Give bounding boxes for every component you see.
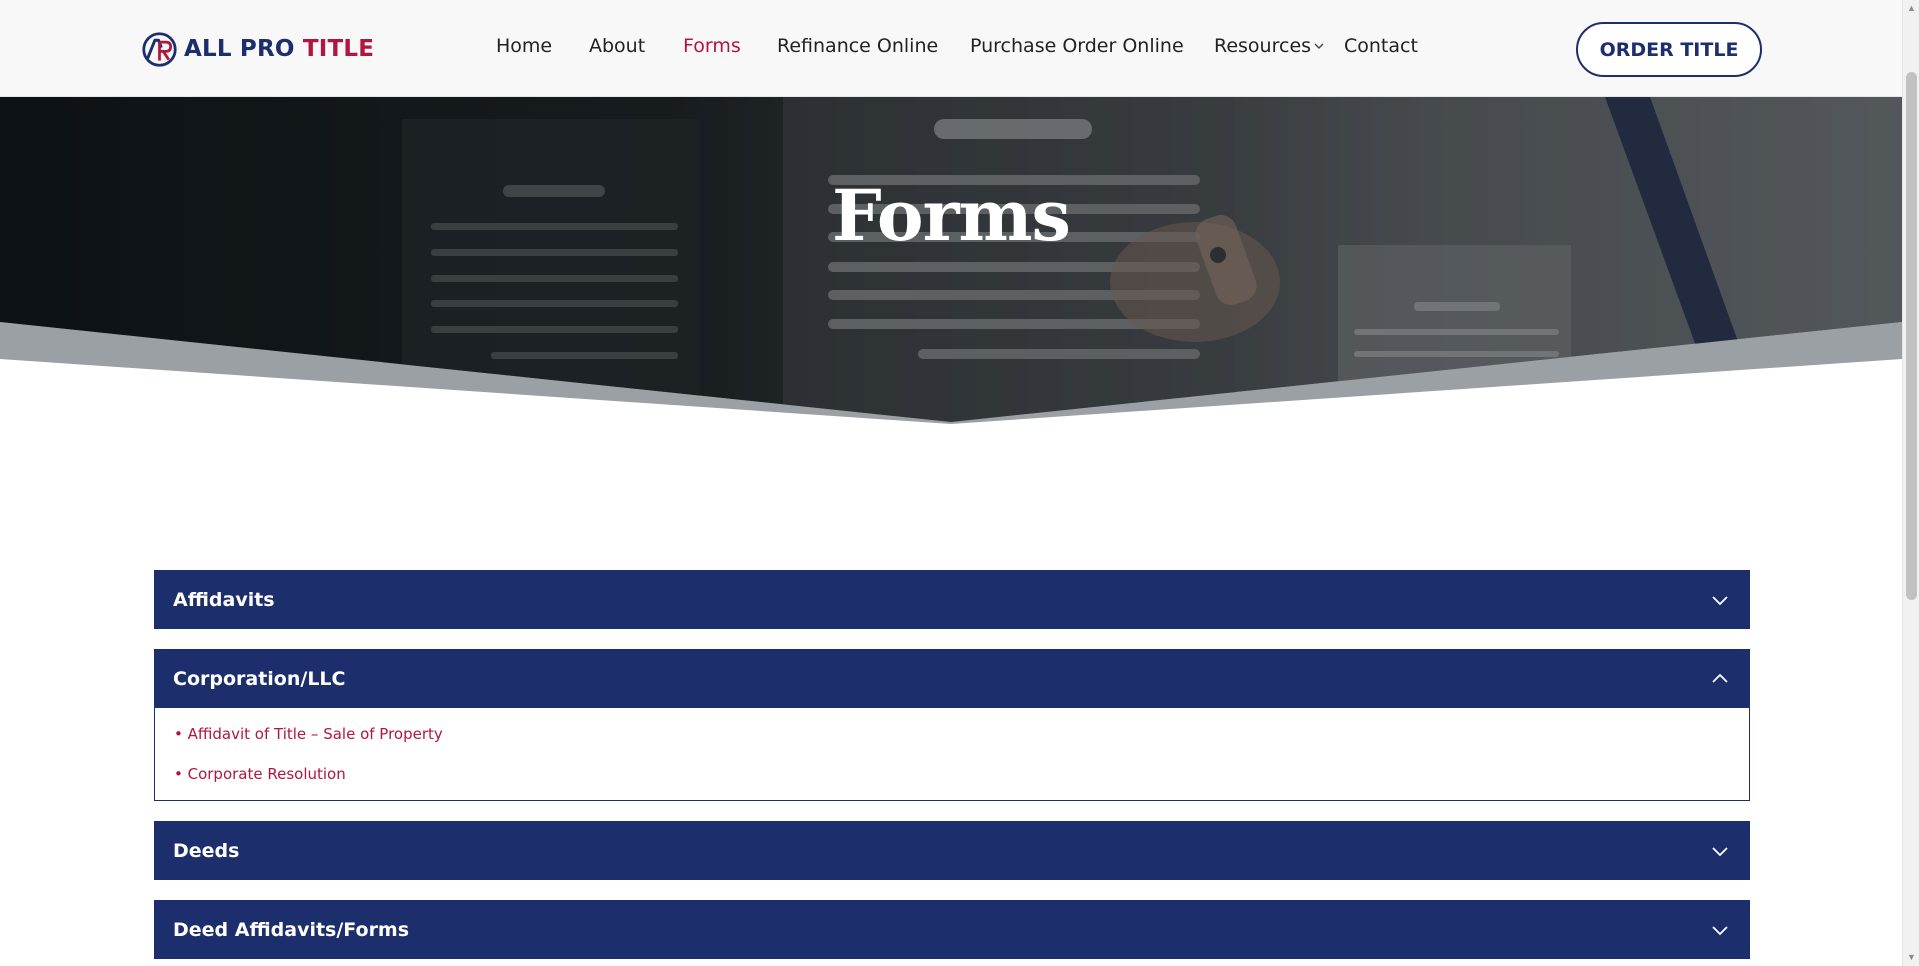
nav-home[interactable]: Home <box>496 35 552 57</box>
chevron-down-icon <box>1712 925 1728 935</box>
chevron-up-icon <box>1712 673 1728 683</box>
logo[interactable]: ALL PRO TITLE <box>141 30 374 68</box>
accordion-item-deed-affidavits-forms: Deed Affidavits/Forms <box>154 900 1750 959</box>
chevron-down-icon <box>1712 846 1728 856</box>
logo-word-title: TITLE <box>302 36 375 62</box>
accordion-title: Deeds <box>173 839 240 862</box>
site-header: ALL PRO TITLE Home About Forms Refinance… <box>0 0 1902 97</box>
accordion-title: Deed Affidavits/Forms <box>173 918 410 941</box>
hero-background-image <box>0 97 1902 424</box>
accordion-header-deeds[interactable]: Deeds <box>154 821 1750 880</box>
page-scrollbar[interactable]: ▲ ▼ <box>1902 0 1919 966</box>
accordion-title: Affidavits <box>173 588 275 611</box>
nav-resources[interactable]: Resources <box>1214 35 1324 57</box>
scroll-down-arrow-icon[interactable]: ▼ <box>1903 949 1919 966</box>
nav-purchase-order-online[interactable]: Purchase Order Online <box>970 35 1184 57</box>
chevron-down-icon <box>1712 595 1728 605</box>
accordion-title: Corporation/LLC <box>173 667 346 690</box>
form-link-affidavit-of-title[interactable]: • Affidavit of Title – Sale of Property <box>174 724 1730 744</box>
logo-word-all-pro: ALL PRO <box>184 36 295 62</box>
scrollbar-thumb[interactable] <box>1906 72 1917 600</box>
accordion-header-corporation-llc[interactable]: Corporation/LLC <box>154 649 1750 708</box>
accordion-header-deed-affidavits-forms[interactable]: Deed Affidavits/Forms <box>154 900 1750 959</box>
logo-mark-icon <box>142 31 177 67</box>
accordion-item-deeds: Deeds <box>154 821 1750 880</box>
accordion-item-affidavits: Affidavits <box>154 570 1750 629</box>
accordion-panel-corporation-llc: • Affidavit of Title – Sale of Property … <box>154 708 1750 801</box>
scroll-up-arrow-icon[interactable]: ▲ <box>1903 0 1919 17</box>
order-title-button[interactable]: ORDER TITLE <box>1576 22 1762 77</box>
accordion-header-affidavits[interactable]: Affidavits <box>154 570 1750 629</box>
form-link-corporate-resolution[interactable]: • Corporate Resolution <box>174 764 1730 784</box>
nav-contact[interactable]: Contact <box>1344 35 1418 57</box>
chevron-down-icon <box>1314 43 1324 49</box>
page-title: Forms <box>832 174 1071 257</box>
forms-accordion: Affidavits Corporation/LLC • Affidavit o… <box>154 570 1750 966</box>
nav-forms[interactable]: Forms <box>683 35 741 57</box>
accordion-item-corporation-llc: Corporation/LLC • Affidavit of Title – S… <box>154 649 1750 801</box>
logo-text: ALL PRO TITLE <box>184 36 374 62</box>
hero-banner: Forms <box>0 97 1902 427</box>
nav-about[interactable]: About <box>589 35 645 57</box>
nav-refinance-online[interactable]: Refinance Online <box>777 35 938 57</box>
nav-resources-label: Resources <box>1214 35 1312 57</box>
